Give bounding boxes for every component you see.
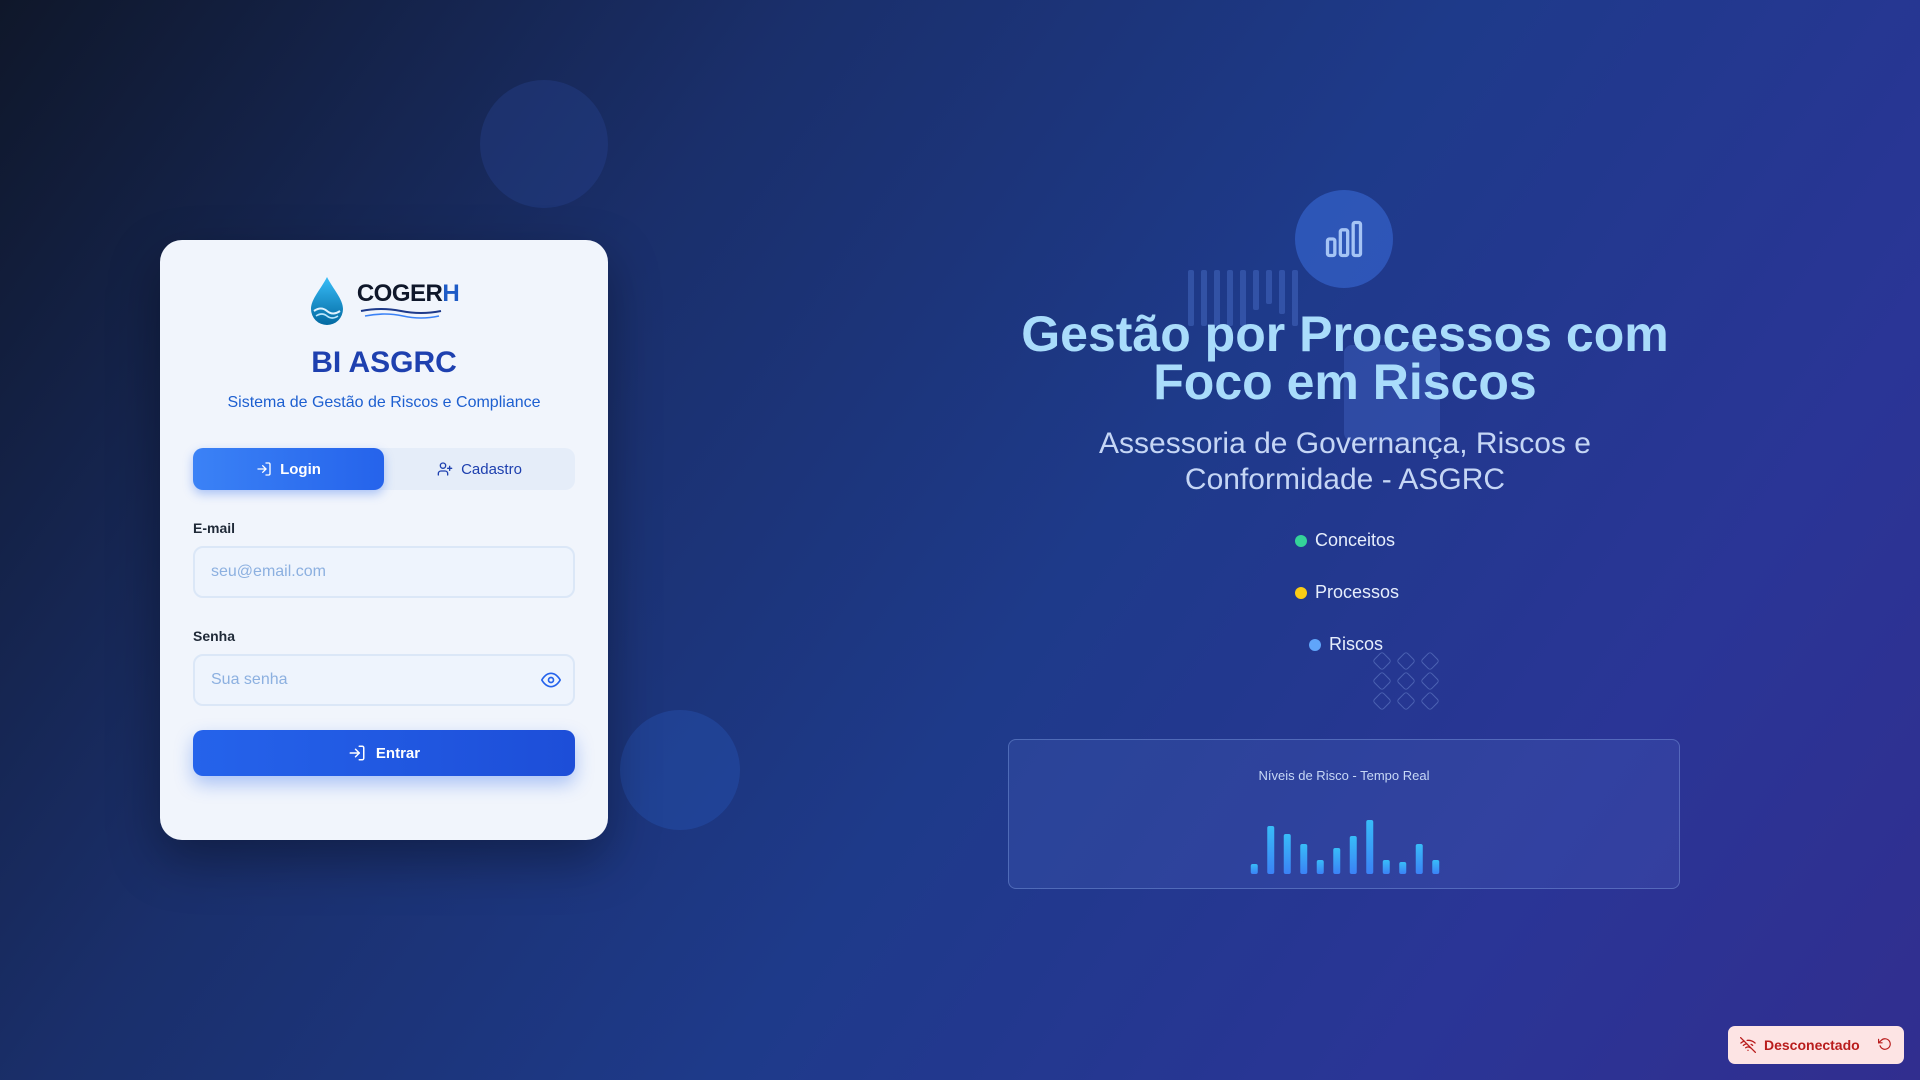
risk-bar-6	[1333, 848, 1341, 874]
password-field[interactable]	[195, 656, 573, 704]
email-label: E-mail	[193, 520, 236, 536]
auth-tabs: Login Cadastro	[193, 448, 575, 490]
decorative-circle	[620, 710, 740, 830]
wifi-off-icon	[1740, 1037, 1756, 1053]
yellow-dot-icon	[1295, 586, 1307, 599]
tab-cadastro-label: Cadastro	[461, 460, 522, 478]
login-submit-button[interactable]: Entrar	[193, 730, 575, 776]
reconnect-button[interactable]	[1878, 1037, 1892, 1054]
blue-dot-icon	[1309, 638, 1321, 651]
legend-label: Conceitos	[1315, 530, 1396, 550]
email-field[interactable]	[195, 548, 573, 596]
user-plus-icon	[437, 462, 453, 476]
risk-level-chart: Níveis de Risco - Tempo Real	[1008, 739, 1680, 889]
login-icon	[349, 745, 365, 761]
risk-bar-1	[1250, 864, 1258, 874]
refresh-icon	[1878, 1037, 1891, 1050]
login-submit-label: Entrar	[375, 744, 421, 762]
legend-label: Riscos	[1329, 634, 1384, 654]
show-password-button[interactable]	[541, 670, 561, 695]
connection-status-label: Desconectado	[1764, 1037, 1860, 1053]
legend-item-conceitos: Conceitos	[1295, 530, 1395, 551]
risk-bar-11	[1415, 844, 1423, 874]
decorative-diamond-grid	[1372, 651, 1441, 711]
email-field-wrapper	[193, 546, 575, 598]
eye-icon	[541, 672, 561, 688]
legend-item-riscos: Riscos	[1309, 634, 1383, 655]
bar-chart-icon	[1325, 220, 1363, 258]
risk-bar-3	[1283, 834, 1291, 874]
risk-bar-7	[1349, 836, 1357, 874]
hero-icon-badge	[1295, 190, 1393, 288]
chart-title: Níveis de Risco - Tempo Real	[1258, 768, 1430, 783]
hero-subtitle: Assessoria de Governança, Riscos e Confo…	[1099, 427, 1591, 496]
risk-bar-8	[1366, 820, 1374, 874]
risk-bar-2	[1267, 826, 1275, 874]
risk-bar-9	[1382, 860, 1390, 874]
tab-login-label: Login	[280, 460, 321, 478]
water-drop-icon	[310, 277, 343, 325]
decorative-circle	[480, 80, 608, 208]
risk-bar-4	[1300, 844, 1308, 874]
risk-bar-5	[1316, 860, 1324, 874]
green-dot-icon	[1295, 534, 1307, 547]
risk-bars	[1250, 820, 1440, 874]
risk-bar-10	[1399, 862, 1407, 874]
waves-icon	[360, 308, 442, 319]
legend-label: Processos	[1315, 582, 1400, 602]
password-label: Senha	[193, 628, 236, 644]
cogerh-logo: COGERH	[193, 272, 575, 328]
risk-bar-12	[1432, 860, 1440, 874]
login-icon	[257, 462, 271, 476]
tab-cadastro[interactable]: Cadastro	[384, 448, 575, 490]
app-title: BI ASGRC	[311, 346, 457, 379]
legend-item-processos: Processos	[1295, 582, 1399, 603]
hero-panel: Gestão por Processos com Foco em Riscos …	[1000, 0, 1690, 1080]
connection-status-badge: Desconectado	[1728, 1026, 1904, 1064]
login-card: COGERH BI ASGRC Sistema de Gestão de Ris…	[160, 240, 608, 840]
hero-title: Gestão por Processos com Foco em Riscos	[1021, 306, 1669, 410]
app-subtitle: Sistema de Gestão de Riscos e Compliance	[227, 394, 541, 411]
password-field-wrapper	[193, 654, 575, 706]
tab-login[interactable]: Login	[193, 448, 384, 490]
